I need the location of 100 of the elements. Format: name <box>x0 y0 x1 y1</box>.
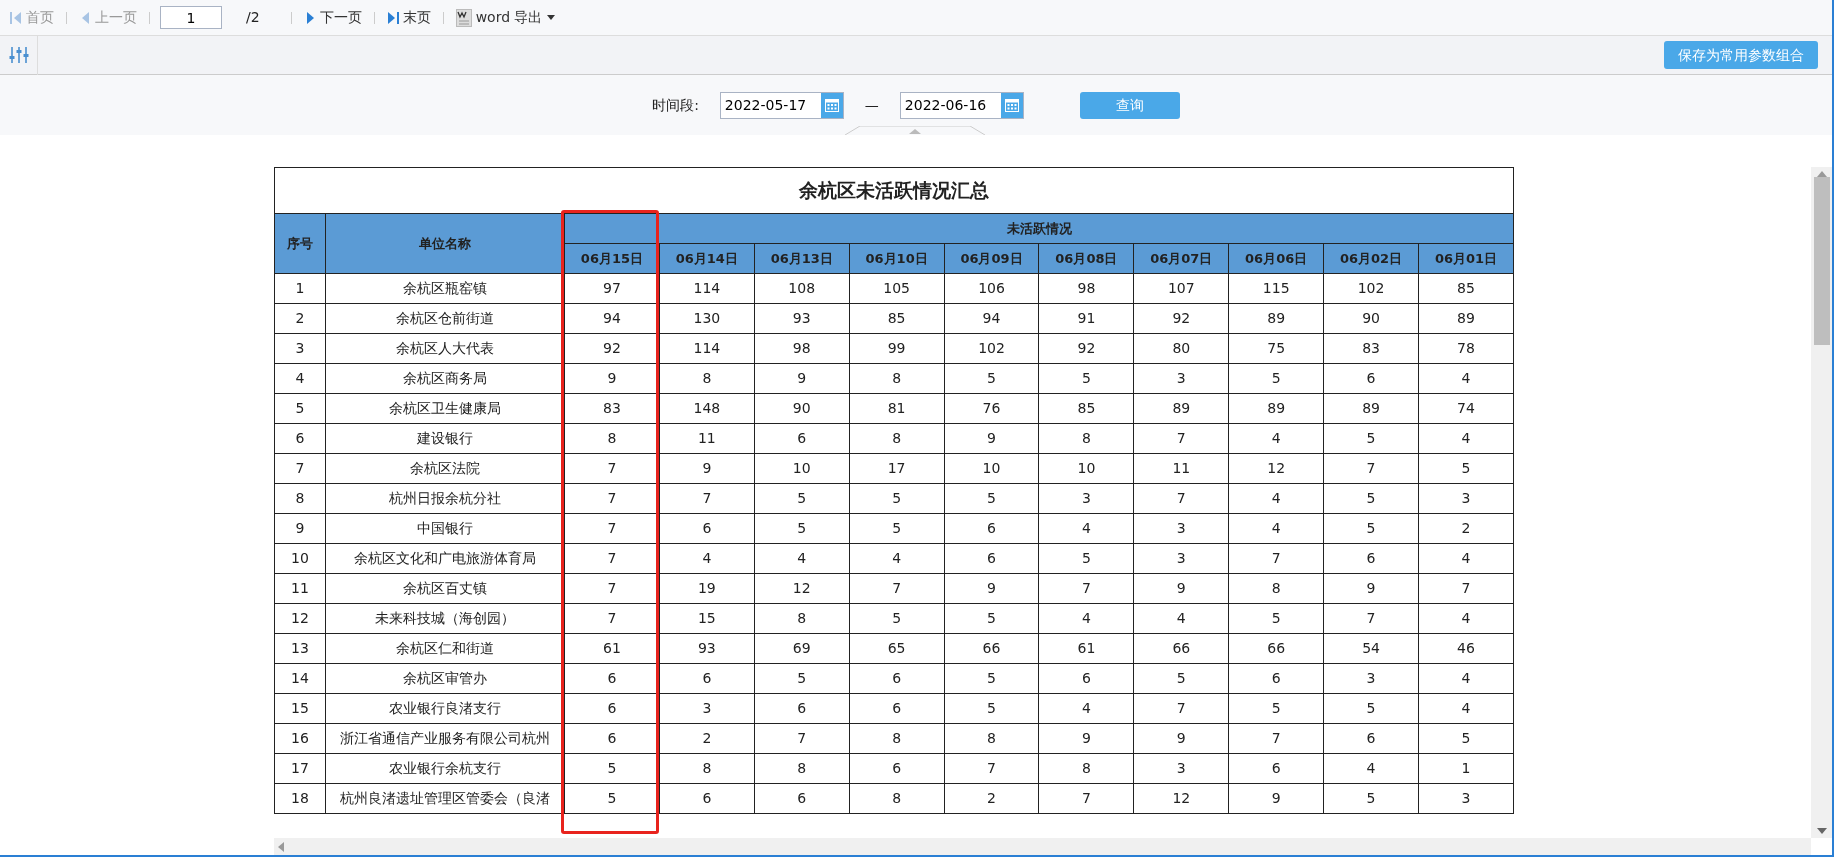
table-cell: 7 <box>944 753 1039 784</box>
table-cell: 5 <box>849 513 945 544</box>
last-page-icon <box>386 10 399 25</box>
start-date-field[interactable]: 2022-05-17 <box>719 91 844 119</box>
table-cell: 8 <box>754 753 850 784</box>
table-cell: 85 <box>1418 273 1514 304</box>
table-cell: 余杭区人大代表 <box>325 333 565 364</box>
table-cell: 杭州良渚遗址管理区管委会（良渚 <box>325 783 565 814</box>
table-cell: 7 <box>1323 603 1419 634</box>
period-label: 时间段: <box>652 95 699 115</box>
table-cell: 余杭区仁和街道 <box>325 633 565 664</box>
next-page-button[interactable]: 下一页 <box>301 7 364 28</box>
table-cell: 8 <box>1038 423 1134 454</box>
table-cell: 7 <box>1133 693 1229 724</box>
table-cell: 89 <box>1133 393 1229 424</box>
table-cell: 8 <box>564 423 660 454</box>
page-number-field[interactable]: 1 <box>160 6 222 29</box>
table-cell: 未来科技城（海创园） <box>325 603 565 634</box>
column-header: 单位名称 <box>325 213 565 274</box>
last-page-button[interactable]: 末页 <box>384 7 433 28</box>
table-cell: 4 <box>1418 693 1514 724</box>
table-cell: 5 <box>1228 693 1324 724</box>
column-header: 06月09日 <box>944 243 1039 274</box>
table-cell: 7 <box>1228 543 1324 574</box>
table-cell: 9 <box>659 453 755 484</box>
column-header: 06月13日 <box>754 243 850 274</box>
table-cell: 83 <box>1323 333 1419 364</box>
table-cell: 89 <box>1323 393 1419 424</box>
table-cell: 7 <box>564 543 660 574</box>
table-cell: 余杭区瓶窑镇 <box>325 273 565 304</box>
table-cell: 建设银行 <box>325 423 565 454</box>
table-cell: 102 <box>1323 273 1419 304</box>
table-cell: 5 <box>849 483 945 514</box>
calendar-icon[interactable] <box>1000 92 1023 118</box>
table-cell: 5 <box>1038 543 1134 574</box>
table-cell: 19 <box>659 573 755 604</box>
table-cell: 97 <box>564 273 660 304</box>
table-cell: 94 <box>564 303 660 334</box>
table-cell: 7 <box>1133 423 1229 454</box>
table-cell: 98 <box>754 333 850 364</box>
table-cell: 6 <box>944 543 1039 574</box>
table-cell: 5 <box>944 603 1039 634</box>
table-cell: 7 <box>1418 573 1514 604</box>
column-header: 06月14日 <box>659 243 755 274</box>
table-cell: 15 <box>659 603 755 634</box>
table-cell: 4 <box>1133 603 1229 634</box>
table-cell: 10 <box>1038 453 1134 484</box>
table-cell: 10 <box>274 543 326 574</box>
column-header: 06月06日 <box>1228 243 1324 274</box>
table-cell: 92 <box>1133 303 1229 334</box>
table-cell: 5 <box>1323 483 1419 514</box>
table-cell: 13 <box>274 633 326 664</box>
scroll-down-icon[interactable] <box>1816 828 1827 834</box>
table-cell: 92 <box>1038 333 1134 364</box>
table-cell: 9 <box>1038 723 1134 754</box>
table-cell: 8 <box>1228 573 1324 604</box>
collapse-handle[interactable] <box>845 126 985 135</box>
table-cell: 2 <box>659 723 755 754</box>
word-export-button[interactable]: word 导出 <box>453 7 557 28</box>
table-cell: 7 <box>754 723 850 754</box>
table-cell: 9 <box>564 363 660 394</box>
vertical-scrollbar[interactable] <box>1811 167 1832 838</box>
end-date-field[interactable]: 2022-06-16 <box>899 91 1024 119</box>
table-cell: 余杭区文化和广电旅游体育局 <box>325 543 565 574</box>
table-cell: 10 <box>944 453 1039 484</box>
table-cell: 6 <box>849 663 945 694</box>
table-cell: 5 <box>564 783 660 814</box>
table-cell: 9 <box>1133 723 1229 754</box>
table-cell: 76 <box>944 393 1039 424</box>
table-cell: 6 <box>659 783 755 814</box>
table-cell: 5 <box>944 483 1039 514</box>
calendar-icon[interactable] <box>820 92 843 118</box>
table-cell: 98 <box>1038 273 1134 304</box>
table-cell: 66 <box>944 633 1039 664</box>
table-cell: 5 <box>1133 663 1229 694</box>
column-header: 06月10日 <box>849 243 945 274</box>
table-cell: 4 <box>1418 603 1514 634</box>
table-cell: 148 <box>659 393 755 424</box>
table-cell: 农业银行余杭支行 <box>325 753 565 784</box>
table-cell: 4 <box>1038 603 1134 634</box>
scrollbar-thumb[interactable] <box>1813 177 1830 345</box>
column-group-header: 未活跃情况 <box>564 213 1514 244</box>
table-cell: 4 <box>1228 423 1324 454</box>
table-cell: 4 <box>1418 663 1514 694</box>
table-cell: 6 <box>754 693 850 724</box>
table-cell: 7 <box>1323 453 1419 484</box>
table-cell: 12 <box>274 603 326 634</box>
table-cell: 6 <box>659 663 755 694</box>
table-cell: 5 <box>1323 423 1419 454</box>
table-cell: 69 <box>754 633 850 664</box>
table-cell: 6 <box>849 753 945 784</box>
table-cell: 5 <box>564 753 660 784</box>
scroll-left-icon[interactable] <box>278 841 284 852</box>
table-cell: 5 <box>1323 783 1419 814</box>
table-cell: 5 <box>944 363 1039 394</box>
table-cell: 89 <box>1418 303 1514 334</box>
table-cell: 4 <box>1418 423 1514 454</box>
horizontal-scrollbar[interactable] <box>274 838 1811 855</box>
table-cell: 108 <box>754 273 850 304</box>
table-cell: 9 <box>274 513 326 544</box>
